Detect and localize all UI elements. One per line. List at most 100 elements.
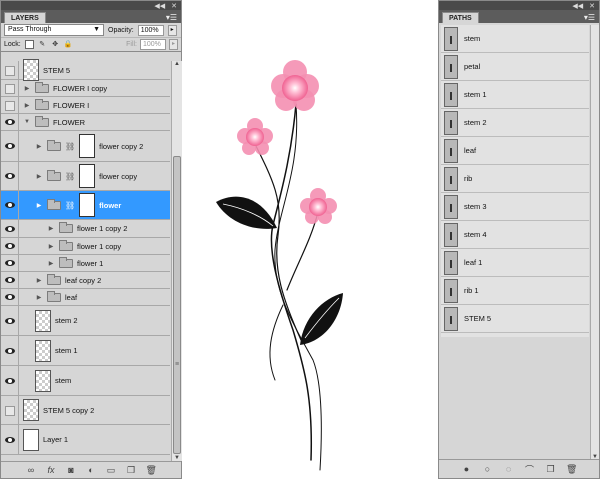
layer-row[interactable]: STEM 5 copy 2 [1, 396, 170, 425]
layer-row[interactable]: ▶ ⛓ flower [1, 191, 170, 220]
trash-icon[interactable]: 🗑 [146, 465, 157, 476]
chain-link-icon[interactable]: ⛓ [65, 201, 75, 210]
path-row[interactable]: stem 2 [441, 109, 589, 137]
layers-scrollbar[interactable]: ▲ ≡ ▼ [171, 61, 182, 461]
new-layer-icon[interactable]: ❐ [126, 465, 137, 476]
collapse-icon[interactable]: ◀◀ [572, 2, 583, 10]
stroke-path-icon[interactable]: ○ [482, 464, 493, 474]
expand-right-icon[interactable]: ▶ [47, 260, 55, 267]
expand-right-icon[interactable]: ▶ [35, 173, 43, 180]
expand-right-icon[interactable]: ▶ [35, 143, 43, 150]
tab-layers[interactable]: LAYERS [4, 12, 46, 23]
visibility-toggle[interactable] [1, 80, 19, 96]
visibility-toggle[interactable] [1, 220, 19, 237]
blend-mode-select[interactable]: Pass Through ▼ [4, 24, 104, 36]
new-path-icon[interactable]: ❐ [545, 464, 556, 475]
visibility-toggle[interactable] [1, 425, 19, 454]
tab-paths[interactable]: PATHS [442, 12, 479, 23]
layer-row[interactable]: ▶ FLOWER I [1, 97, 170, 114]
expand-right-icon[interactable]: ▶ [47, 243, 55, 250]
document-canvas[interactable] [183, 0, 437, 479]
fill-field[interactable]: 100% [140, 39, 166, 50]
layer-row[interactable]: ▶ flower 1 copy [1, 238, 170, 255]
path-row[interactable]: stem [441, 25, 589, 53]
chain-link-icon[interactable]: ⛓ [65, 172, 75, 181]
layer-row[interactable]: ▶ ⛓ flower copy 2 [1, 131, 170, 162]
layer-row[interactable]: ▶ flower 1 copy 2 [1, 220, 170, 238]
layer-row[interactable]: ▼ FLOWER [1, 114, 170, 131]
group-icon[interactable]: ▭ [106, 465, 117, 476]
make-path-icon[interactable]: ⌒ [524, 463, 535, 476]
path-row[interactable]: stem 1 [441, 81, 589, 109]
collapse-icon[interactable]: ◀◀ [154, 2, 165, 10]
close-panel-icon[interactable]: ✕ [171, 2, 177, 10]
visibility-toggle[interactable] [1, 396, 19, 424]
visibility-toggle[interactable] [1, 336, 19, 365]
fx-icon[interactable]: fx [46, 465, 57, 475]
layer-content: Layer 1 [21, 425, 170, 454]
panel-menu-icon[interactable]: ▾☰ [584, 12, 595, 23]
visibility-toggle[interactable] [1, 191, 19, 219]
visibility-toggle[interactable] [1, 131, 19, 161]
visibility-toggle[interactable] [1, 272, 19, 288]
path-row[interactable]: stem 3 [441, 193, 589, 221]
path-row[interactable]: STEM 5 [441, 305, 589, 333]
mask-icon[interactable]: ◙ [66, 465, 77, 475]
fill-path-icon[interactable]: ● [461, 464, 472, 474]
paths-scrollbar[interactable]: ▼ [590, 25, 599, 460]
layer-row[interactable]: ▶ FLOWER I copy [1, 80, 170, 97]
path-row[interactable]: petal [441, 53, 589, 81]
panel-menu-icon[interactable]: ▾☰ [166, 12, 177, 23]
layer-row[interactable]: ▶ leaf copy 2 [1, 272, 170, 289]
expand-down-icon[interactable]: ▼ [23, 119, 31, 125]
layer-mask-thumbnail[interactable] [79, 134, 96, 158]
path-shape-mark [450, 287, 452, 296]
lock-transparency-icon[interactable] [24, 40, 34, 49]
adjustment-icon[interactable]: ◐ [86, 465, 97, 475]
layer-mask-thumbnail[interactable] [79, 193, 96, 217]
expand-right-icon[interactable]: ▶ [47, 225, 55, 232]
layer-row[interactable]: STEM 5 [1, 59, 170, 81]
visibility-toggle[interactable] [1, 97, 19, 113]
visibility-toggle[interactable] [1, 238, 19, 254]
visibility-toggle[interactable] [1, 289, 19, 305]
opacity-slider-button[interactable]: ▸ [167, 24, 177, 36]
lock-pixels-icon[interactable]: ✎ [38, 40, 47, 49]
visibility-toggle[interactable] [1, 306, 19, 335]
expand-right-icon[interactable]: ▶ [35, 202, 43, 209]
chain-link-icon[interactable]: ⛓ [65, 142, 75, 151]
visibility-toggle[interactable] [1, 366, 19, 395]
visibility-toggle[interactable] [1, 255, 19, 271]
visibility-toggle[interactable] [1, 162, 19, 190]
scroll-thumb[interactable] [173, 156, 181, 454]
layer-row[interactable]: ▶ leaf [1, 289, 170, 306]
layer-mask-thumbnail[interactable] [79, 164, 96, 188]
expand-right-icon[interactable]: ▶ [23, 85, 31, 92]
lock-position-icon[interactable]: ✥ [51, 40, 60, 49]
trash-icon[interactable]: 🗑 [566, 464, 577, 475]
layer-row[interactable]: ▶ flower 1 [1, 255, 170, 272]
layer-row[interactable]: stem 2 [1, 306, 170, 336]
path-row[interactable]: leaf [441, 137, 589, 165]
visibility-toggle[interactable] [1, 61, 19, 79]
load-selection-icon[interactable]: ◌ [503, 464, 514, 474]
fill-slider-button[interactable]: ▸ [169, 39, 178, 50]
visibility-toggle[interactable] [1, 114, 19, 130]
scroll-up-icon[interactable]: ▲ [172, 61, 182, 67]
path-row[interactable]: rib 1 [441, 277, 589, 305]
lock-all-icon[interactable]: 🔒 [64, 40, 73, 49]
layer-row[interactable]: stem [1, 366, 170, 396]
layer-row[interactable]: stem 1 [1, 336, 170, 366]
layer-row[interactable]: ▶ ⛓ flower copy [1, 162, 170, 191]
expand-right-icon[interactable]: ▶ [35, 277, 43, 284]
layer-row[interactable]: Layer 1 [1, 425, 170, 455]
path-row[interactable]: rib [441, 165, 589, 193]
expand-right-icon[interactable]: ▶ [35, 294, 43, 301]
opacity-field[interactable]: 100% [137, 24, 164, 36]
leaf-left [216, 196, 277, 229]
path-row[interactable]: stem 4 [441, 221, 589, 249]
close-panel-icon[interactable]: ✕ [589, 2, 595, 10]
expand-right-icon[interactable]: ▶ [23, 102, 31, 109]
link-icon[interactable]: ∞ [26, 465, 37, 475]
path-row[interactable]: leaf 1 [441, 249, 589, 277]
